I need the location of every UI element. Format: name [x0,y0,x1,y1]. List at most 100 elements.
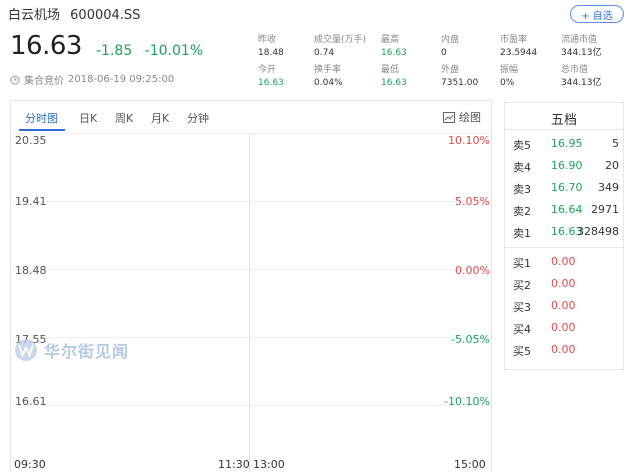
ask-row: 卖3 16.70 349 [505,181,623,201]
tab-weekly-k[interactable]: 周K [115,110,133,126]
order-price: 0.00 [551,299,576,312]
watermark-text: 华尔街见闻 [44,342,130,361]
bid-row: 买2 0.00 [505,277,623,297]
divider [505,129,623,130]
stat-label: 总市值 [561,65,589,75]
order-level-label: 买1 [513,257,531,270]
ask-row: 卖4 16.90 20 [505,159,623,179]
order-book-title: 五档 [550,113,577,128]
order-level-label: 卖5 [513,139,531,152]
tab-minute[interactable]: 分钟 [187,110,209,126]
stat-label: 最高 [381,35,400,45]
bid-row: 买5 0.00 [505,343,623,363]
stat-label: 今开 [258,65,277,75]
stat-value: 18.48 [258,48,284,58]
stat-item: 最高 16.63 [381,34,407,60]
stat-item: 市盈率 23.5944 [500,34,537,60]
stat-label: 换手率 [314,65,342,75]
stat-item: 外盘 7351.00 [441,64,478,90]
grid-line [11,201,493,202]
stat-item: 总市值 344.13亿 [561,64,602,90]
tab-monthly-k[interactable]: 月K [151,110,169,126]
stat-label: 振幅 [500,65,519,75]
grid-line [11,269,493,270]
watermark-logo-icon [15,339,37,361]
auction-time: 2018-06-19 09:25:00 [68,74,175,85]
clock-icon [10,75,20,84]
midday-divider [249,133,250,472]
grid-line [11,405,493,406]
order-price: 0.00 [551,255,576,268]
price-change: -1.85 -10.01% [96,43,203,59]
auction-label: 集合竞价 [24,76,64,87]
stat-value: 16.63 [381,48,407,58]
stat-label: 昨收 [258,35,277,45]
order-level-label: 卖1 [513,227,531,240]
stat-value: 23.5944 [500,48,538,58]
order-volume: 349 [598,181,619,194]
stat-label: 内盘 [441,35,460,45]
chart-panel: 分时图 日K 周K 月K 分钟 绘图 20.35 19.41 18.48 17.… [10,100,493,472]
grid-line [11,133,493,134]
pct-tick-label: -5.05% [451,333,490,346]
bid-row: 买4 0.00 [505,321,623,341]
stat-item: 流通市值 344.13亿 [561,34,602,60]
order-level-label: 买3 [513,301,531,314]
pct-tick-label: 0.00% [455,264,490,277]
x-tick-label: 13:00 [253,458,285,471]
order-level-label: 卖2 [513,205,531,218]
order-price: 16.70 [551,181,583,194]
order-level-label: 买2 [513,279,531,292]
y-tick-label: 16.61 [15,395,47,408]
order-level-label: 买5 [513,345,531,358]
auction-info: 集合竞价 2018-06-19 09:25:00 [10,72,174,87]
order-volume: 2971 [591,203,619,216]
add-watchlist-button[interactable]: + 自选 [570,5,624,23]
chart-tabs: 分时图 日K 周K 月K 分钟 绘图 [11,101,491,131]
order-price: 0.00 [551,321,576,334]
stat-item: 换手率 0.04% [314,64,343,90]
stat-value: 0% [500,78,515,88]
stat-value: 0.04% [314,78,343,88]
ask-row: 卖1 16.63 328498 [505,225,623,245]
x-tick-label: 15:00 [454,458,486,471]
active-tab-indicator [19,129,65,131]
stock-code: 600004.SS [70,8,141,23]
change-percent: -10.01% [144,43,204,59]
pct-tick-label: -10.10% [444,395,490,408]
draw-button[interactable]: 绘图 [443,109,481,125]
stat-label: 最低 [381,65,400,75]
order-price: 16.95 [551,137,583,150]
bid-row: 买1 0.00 [505,255,623,275]
y-tick-label: 18.48 [15,264,47,277]
divider [505,247,623,248]
stat-label: 市盈率 [500,35,528,45]
stat-value: 7351.00 [441,78,479,88]
draw-button-label: 绘图 [459,111,481,124]
bid-row: 买3 0.00 [505,299,623,319]
intraday-plot[interactable]: 20.35 19.41 18.48 17.55 16.61 10.10% 5.0… [11,133,493,472]
stat-value: 16.63 [381,78,407,88]
stat-label: 流通市值 [561,35,598,45]
y-tick-label: 19.41 [15,195,47,208]
x-tick-label: 09:30 [14,458,46,471]
stock-title: 白云机场 600004.SS [8,4,140,23]
ask-row: 卖5 16.95 5 [505,137,623,157]
order-level-label: 买4 [513,323,531,336]
ask-row: 卖2 16.64 2971 [505,203,623,223]
current-price: 16.63 [10,31,82,61]
order-level-label: 卖4 [513,161,531,174]
order-price: 16.90 [551,159,583,172]
order-price: 0.00 [551,277,576,290]
stat-item: 最低 16.63 [381,64,407,90]
tab-intraday[interactable]: 分时图 [25,110,58,126]
order-volume: 20 [605,159,619,172]
stat-label: 成交量(万手) [314,35,367,45]
watermark: 华尔街见闻 [14,338,129,362]
tab-daily-k[interactable]: 日K [79,110,97,126]
order-book: 五档 卖5 16.95 5 卖4 16.90 20 卖3 16.70 349 卖2 16.64 297… [504,102,624,370]
order-level-label: 卖3 [513,183,531,196]
y-tick-label: 20.35 [15,134,47,147]
stat-item: 内盘 0 [441,34,459,60]
stat-item: 昨收 18.48 [258,34,284,60]
